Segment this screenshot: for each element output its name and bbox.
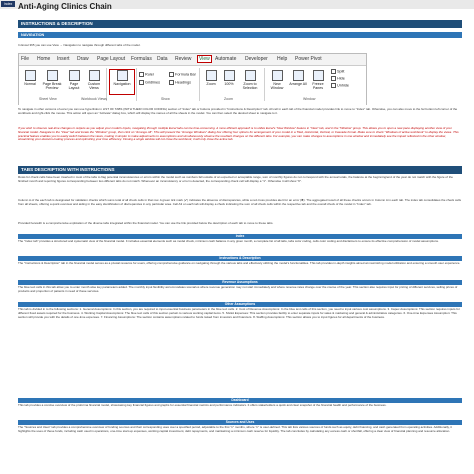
separator: [199, 68, 200, 101]
section-text-instructions: The "Instructions & Description" tab in …: [18, 261, 461, 265]
page-layout-button[interactable]: Page Layout: [65, 70, 83, 90]
freeze-panes-icon: [312, 70, 324, 81]
ribbon-body: Normal Page Break Preview Page Layout Cu…: [19, 65, 366, 107]
navigation-header: NAVIGATION: [18, 32, 462, 38]
section-text-revenue-assumptions: The blue text cells in this tab allow yo…: [18, 285, 458, 293]
group-show: Show: [161, 97, 170, 101]
group-zoom: Zoom: [224, 97, 233, 101]
tabs-description-header: TABS DESCRIPTION WITH INSTRUCTIONS: [18, 166, 462, 174]
zoom-button[interactable]: Zoom: [203, 70, 219, 86]
arrange-all-icon: [292, 70, 304, 81]
custom-views-icon: [88, 70, 100, 81]
tab-developer[interactable]: Developer: [245, 56, 268, 62]
page-layout-icon: [68, 70, 80, 81]
arrange-all-button[interactable]: Arrange All: [289, 70, 307, 86]
custom-views-button[interactable]: Custom Views: [85, 70, 103, 90]
headings-checkbox[interactable]: Headings: [169, 80, 191, 85]
separator: [264, 68, 265, 101]
section-text-index: The "Index tab" provides a structured an…: [18, 239, 439, 243]
gridlines-checkbox[interactable]: Gridlines: [139, 80, 160, 85]
zoom-selection-icon: [244, 70, 256, 81]
tab-formulas[interactable]: Formulas: [131, 56, 152, 62]
page-break-icon: [46, 70, 58, 81]
check-cells-paragraph: Rows for check cells have been inserted …: [18, 175, 453, 183]
section-text-dashboard: This tab provides a concise overview of …: [18, 403, 387, 407]
tab-page-layout[interactable]: Page Layout: [97, 56, 125, 62]
tab-draw[interactable]: Draw: [77, 56, 89, 62]
normal-view-icon: [24, 70, 36, 81]
zoom-icon: [205, 70, 217, 81]
validation-paragraph: Column A of the each tab is designated f…: [18, 198, 461, 206]
split-button[interactable]: Split: [331, 69, 344, 74]
navigation-paragraph: To navigate in other versions of excel y…: [18, 107, 458, 115]
hide-button[interactable]: Hide: [331, 76, 345, 81]
navigation-button[interactable]: Navigation: [109, 69, 135, 95]
zoom-to-selection-button[interactable]: Zoom to Selection: [239, 70, 261, 90]
tab-insert[interactable]: Insert: [57, 56, 70, 62]
zoom-100-icon: [223, 70, 235, 81]
tab-data[interactable]: Data: [157, 56, 168, 62]
ribbon-tabs: File Home Insert Draw Page Layout Formul…: [19, 54, 366, 65]
new-window-button[interactable]: New Window: [267, 70, 287, 90]
page-break-preview-button[interactable]: Page Break Preview: [41, 70, 63, 90]
group-sheet-view: Sheet View: [39, 97, 57, 101]
formula-bar-checkbox[interactable]: Formula Bar: [169, 72, 196, 77]
tab-automate[interactable]: Automate: [215, 56, 236, 62]
new-window-icon: [271, 70, 283, 81]
excel-ribbon: File Home Insert Draw Page Layout Formul…: [18, 53, 367, 107]
index-button[interactable]: Index: [1, 1, 15, 7]
tabs-intro-paragraph: Provided herewith is a comprehensive exp…: [18, 221, 274, 225]
normal-view-button[interactable]: Normal: [21, 70, 39, 86]
tab-help[interactable]: Help: [277, 56, 287, 62]
separator: [136, 68, 137, 101]
ruler-checkbox[interactable]: Ruler: [139, 72, 154, 77]
page-title: Anti-Aging Clinics Chain: [18, 2, 112, 11]
tab-review[interactable]: Review: [175, 56, 191, 62]
zoom-100-button[interactable]: 100%: [221, 70, 237, 86]
group-window: Window: [303, 97, 316, 101]
tab-file[interactable]: File: [21, 56, 29, 62]
tab-home[interactable]: Home: [37, 56, 50, 62]
navigation-intro: In Excel 365 you can use View → Navigati…: [18, 43, 141, 47]
section-text-other-assumptions: This tab is divided in to the following …: [18, 307, 460, 319]
freeze-panes-button[interactable]: Freeze Panes: [309, 70, 327, 90]
tab-power-pivot[interactable]: Power Pivot: [295, 56, 322, 62]
section-text-sources-and-uses: The "Sources and Uses" tab provides a co…: [18, 425, 452, 433]
navigation-icon: [116, 70, 128, 81]
group-workbook-views: Workbook Views: [81, 97, 107, 101]
unhide-button[interactable]: Unhide: [331, 83, 349, 88]
new-window-paragraph: If you wish to observe real-time changes…: [18, 126, 459, 142]
tab-view[interactable]: View: [197, 55, 212, 63]
instructions-header: INSTRUCTIONS & DESCRIPTION: [18, 20, 462, 28]
